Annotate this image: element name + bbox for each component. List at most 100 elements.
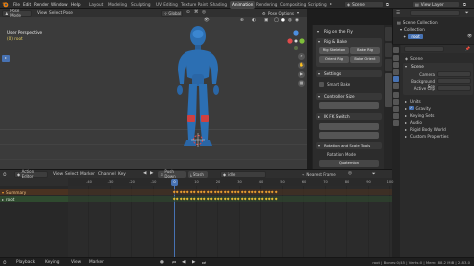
push-down-button[interactable]: ⇩ Push Down <box>158 169 186 179</box>
menu-render[interactable]: Render <box>34 2 49 7</box>
smart-bake-checkbox[interactable] <box>319 82 324 87</box>
jump-start-icon[interactable]: ⏮ <box>172 260 176 266</box>
audio-panel[interactable]: ▸ Audio <box>403 119 473 125</box>
orient-rig-button[interactable]: Orient Rig <box>319 56 349 63</box>
ik-fk-button-2[interactable] <box>319 132 379 139</box>
select-tool-icon[interactable]: ▸ <box>2 55 10 62</box>
proportional-edit-icon[interactable]: ◎ <box>348 171 352 176</box>
menu-select[interactable]: Select <box>49 11 62 16</box>
channel-summary[interactable]: ▾ Summary <box>0 189 68 195</box>
bake-orient-button[interactable]: Bake Orient <box>350 56 380 63</box>
tab-scripting[interactable]: Scripting <box>306 1 329 9</box>
tab-rig-on-the-fly[interactable] <box>384 73 392 107</box>
view-menu[interactable]: View <box>71 260 81 265</box>
mode-selector[interactable]: ♟ Pose Mode <box>2 9 32 18</box>
scene-tab-icon[interactable] <box>393 76 399 82</box>
custom-properties-panel[interactable]: ▸ Custom Properties <box>403 133 473 139</box>
menu-window[interactable]: Window <box>51 2 68 7</box>
tab-layout[interactable]: Layout <box>87 1 105 9</box>
material-shading-icon[interactable]: ◍ <box>288 18 292 23</box>
current-frame-indicator[interactable]: 0 <box>171 178 178 186</box>
menu-view[interactable]: View <box>53 172 63 177</box>
keying-sets-panel[interactable]: ▸ Keying Sets <box>403 112 473 118</box>
tab-rendering[interactable]: Rendering <box>254 1 279 9</box>
camera-field[interactable] <box>437 71 471 77</box>
solid-shading-icon[interactable]: ● <box>281 18 285 23</box>
tab-texture-paint[interactable]: Texture Paint <box>179 1 210 9</box>
rig-skeleton-button[interactable]: Rig Skeleton <box>319 47 349 54</box>
menu-channel[interactable]: Channel <box>98 172 116 177</box>
rigid-body-world-panel[interactable]: ▸ Rigid Body World <box>403 126 473 132</box>
frame-ruler[interactable]: -40-30-20-1001020304050607080901000 <box>68 178 393 186</box>
scene-selector[interactable]: ◈ Scene <box>344 1 384 8</box>
orientation-selector[interactable]: ⊹ Global <box>161 9 183 17</box>
outliner-type-icon[interactable]: ☰ <box>396 11 400 16</box>
snap-mode-selector[interactable]: ⌁ Nearest Frame <box>300 171 342 178</box>
pan-icon[interactable]: ✋ <box>298 62 305 69</box>
keyframe-region[interactable] <box>68 186 392 258</box>
menu-marker[interactable]: Marker <box>80 172 95 177</box>
world-tab-icon[interactable] <box>393 83 399 89</box>
marker-menu[interactable]: Marker <box>89 260 104 265</box>
render-tab-icon[interactable] <box>393 55 399 61</box>
wireframe-shading-icon[interactable]: ◯ <box>274 18 279 23</box>
output-tab-icon[interactable] <box>393 62 399 68</box>
gizmo-icon[interactable]: ⊕ <box>240 18 244 23</box>
active-clip-field[interactable] <box>437 85 471 91</box>
outliner-scene-collection[interactable]: ▤ Scene Collection <box>397 19 473 25</box>
data-tab-icon[interactable] <box>393 120 399 126</box>
tab-modeling[interactable]: Modeling <box>106 1 129 9</box>
editor-mode-selector[interactable]: ◆ Action Editor <box>14 169 48 179</box>
proportional-edit-icon[interactable]: ◎ <box>202 10 206 15</box>
jump-end-icon[interactable]: ⏭ <box>202 260 206 266</box>
menu-key[interactable]: Key <box>118 172 126 177</box>
channel-root[interactable]: ▸ root <box>0 196 68 202</box>
perspective-toggle-icon[interactable]: ▦ <box>298 80 305 87</box>
blender-logo-icon[interactable] <box>2 1 9 8</box>
bake-rig-button[interactable]: Bake Rig <box>350 47 380 54</box>
gravity-checkbox[interactable]: ✓ <box>409 105 414 111</box>
navigation-gizmo-icon[interactable] <box>287 29 305 51</box>
controller-size-field[interactable] <box>319 102 379 109</box>
tab-tool[interactable] <box>384 27 392 41</box>
view-layer-new-icon[interactable]: ⧉ <box>463 2 466 7</box>
tab-edit[interactable] <box>384 59 392 71</box>
visibility-toggle-icon[interactable]: 👁 <box>467 33 472 38</box>
action-selector[interactable]: ◆ idle <box>220 170 266 178</box>
pose-options[interactable]: Pose Options <box>268 11 294 16</box>
menu-help[interactable]: Help <box>71 2 81 7</box>
view-layer-selector[interactable]: ▤ View Layer <box>412 1 460 8</box>
gravity-panel[interactable]: ▸ ✓ Gravity <box>403 105 473 111</box>
ik-fk-button-1[interactable] <box>319 123 379 130</box>
controller-size-section[interactable]: ▾ Controller Size <box>316 93 382 100</box>
play-icon[interactable]: ▶ <box>192 260 195 265</box>
action-browse-next-icon[interactable]: ▶ <box>150 171 153 176</box>
rig-bake-collapse-icon[interactable]: ▾ <box>318 39 320 44</box>
modifier-tab-icon[interactable] <box>393 99 399 105</box>
outliner-collection[interactable]: ▾ Collection <box>400 26 473 32</box>
pose-options-icon[interactable]: ⚙ <box>262 11 266 16</box>
physics-tab-icon[interactable] <box>393 106 399 112</box>
menu-pose[interactable]: Pose <box>63 11 73 16</box>
pose-options-dropdown-icon[interactable]: ▾ <box>297 10 299 15</box>
panel-collapse-icon[interactable]: ▾ <box>317 29 319 34</box>
menu-view[interactable]: View <box>37 11 47 16</box>
tab-uv-editing[interactable]: UV Editing <box>154 1 180 9</box>
action-browse-icon[interactable]: ◀ <box>143 171 146 176</box>
rendered-shading-icon[interactable]: ◉ <box>295 18 299 23</box>
tab-animation[interactable]: Animation <box>230 0 256 9</box>
3d-cursor-icon[interactable] <box>191 133 205 147</box>
smart-bake-row[interactable]: Smart Bake <box>319 81 379 88</box>
more-tabs-icon[interactable]: ▸ <box>330 1 332 6</box>
outliner-root[interactable]: ✦ root <box>403 33 463 39</box>
timeline-type-icon[interactable]: ⏱ <box>3 260 7 266</box>
tab-compositing[interactable]: Compositing <box>278 1 308 9</box>
menu-file[interactable]: File <box>13 2 20 7</box>
rotation-scale-section[interactable]: ▾ Rotation and Scale Tools <box>316 142 382 149</box>
record-icon[interactable]: ● <box>160 260 164 265</box>
camera-view-icon[interactable]: ▶ <box>298 71 305 78</box>
filter-icon[interactable]: ⏷ <box>465 10 469 16</box>
xray-icon[interactable]: ▣ <box>264 18 268 23</box>
object-tab-icon[interactable] <box>393 92 399 98</box>
quaternion-dropdown[interactable]: Quaternion <box>319 160 379 167</box>
